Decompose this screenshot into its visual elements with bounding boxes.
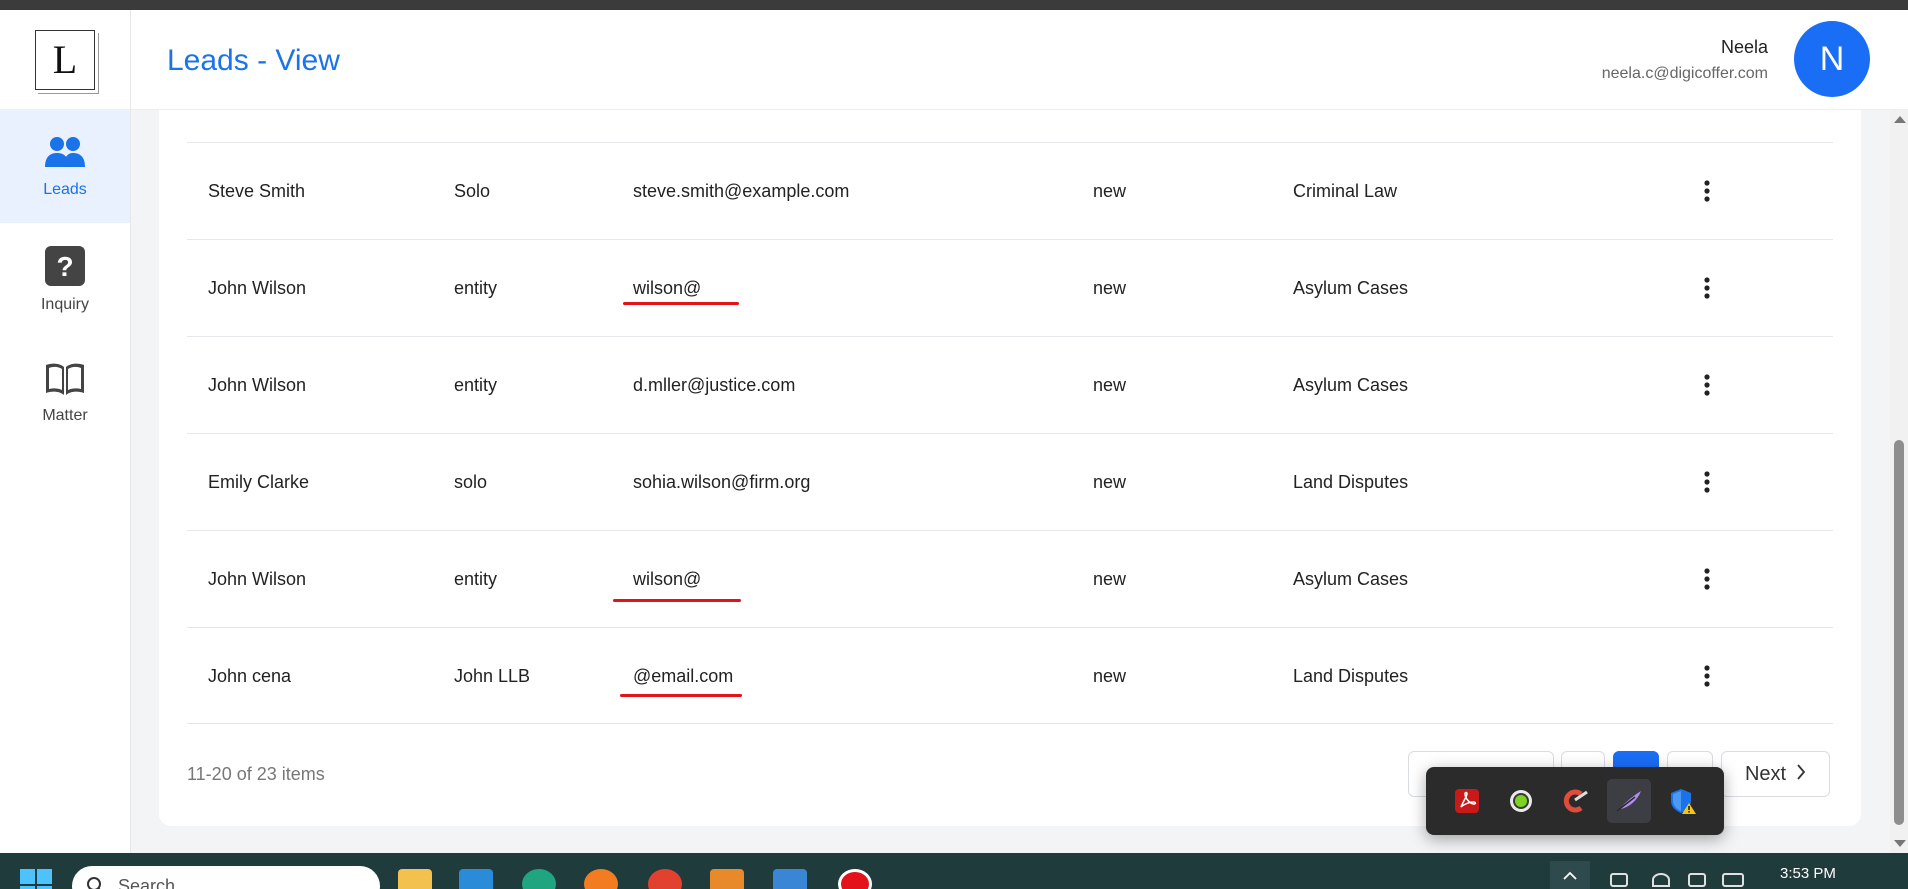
more-options-icon[interactable] [1697, 176, 1717, 206]
more-options-icon[interactable] [1697, 370, 1717, 400]
lead-name: John Wilson [208, 278, 307, 298]
lead-type: entity [454, 375, 498, 395]
leads-table-card: Steve Smith Solo steve.smith@example.com… [159, 110, 1861, 826]
tray-overflow-popup [1426, 767, 1724, 835]
book-icon [44, 361, 86, 397]
lead-category: Asylum Cases [1293, 278, 1409, 298]
scroll-up-icon[interactable] [1894, 116, 1906, 123]
windows-taskbar: Search 3:53 PM [0, 853, 1908, 889]
table-row[interactable]: Steve Smith Solo steve.smith@example.com… [187, 142, 1833, 239]
sidebar-item-label: Leads [43, 180, 87, 198]
window-top-strip [0, 0, 1908, 10]
wifi-icon[interactable] [1652, 873, 1670, 887]
lead-category: Asylum Cases [1293, 375, 1409, 395]
feather-icon[interactable] [1607, 779, 1651, 823]
taskbar-search[interactable]: Search [72, 866, 380, 889]
lead-category: Land Disputes [1293, 472, 1409, 492]
table-row[interactable]: John cena John LLB @email.com new Land D… [187, 627, 1833, 724]
lead-status: new [1093, 569, 1127, 589]
search-icon [86, 876, 106, 889]
lead-type: entity [454, 278, 498, 298]
next-label: Next [1744, 762, 1787, 785]
ccleaner-icon[interactable] [1553, 779, 1597, 823]
acrobat-icon[interactable] [1445, 779, 1489, 823]
lead-email: sohia.wilson@firm.org [633, 472, 811, 492]
table-row[interactable]: John Wilson entity wilson@ new Asylum Ca… [187, 239, 1833, 336]
file-explorer-icon[interactable] [398, 869, 432, 889]
chrome-icon[interactable] [648, 869, 682, 889]
users-icon [44, 135, 86, 171]
more-options-icon[interactable] [1697, 467, 1717, 497]
lead-email: @email.com [633, 666, 734, 686]
lead-type: solo [454, 472, 488, 492]
taskbar-clock[interactable]: 3:53 PM [1780, 865, 1836, 882]
sidebar: L Leads ? Inquiry Matter [0, 10, 131, 853]
table-row[interactable]: Emily Clarke solo sohia.wilson@firm.org … [187, 433, 1833, 530]
volume-icon[interactable] [1688, 873, 1706, 887]
lead-status: new [1093, 375, 1127, 395]
lead-name: John Wilson [208, 569, 307, 589]
page-scrollbar[interactable] [1890, 110, 1908, 853]
invalid-email-underline [623, 302, 739, 305]
scrollbar-thumb[interactable] [1894, 440, 1904, 825]
pagination-summary: 11-20 of 23 items [187, 764, 325, 784]
question-icon: ? [45, 245, 85, 286]
lead-name: John cena [208, 666, 292, 686]
table-row[interactable]: John Wilson entity wilson@ new Asylum Ca… [187, 530, 1833, 627]
search-placeholder: Search [118, 876, 176, 889]
leads-table-body: Steve Smith Solo steve.smith@example.com… [187, 142, 1833, 724]
lead-email: wilson@ [633, 278, 702, 298]
next-button[interactable]: Next [1721, 751, 1830, 797]
cloud-icon[interactable] [1610, 873, 1628, 887]
lead-category: Asylum Cases [1293, 569, 1409, 589]
user-email: neela.c@digicoffer.com [1601, 65, 1768, 82]
edge-icon[interactable] [522, 869, 556, 889]
battery-icon[interactable] [1722, 873, 1744, 887]
lead-email: wilson@ [633, 569, 702, 589]
sidebar-item-label: Inquiry [40, 295, 90, 313]
sidebar-item-matter[interactable]: Matter [0, 336, 130, 449]
lead-category: Land Disputes [1293, 666, 1409, 686]
lead-status: new [1093, 666, 1127, 686]
sidebar-item-label: Matter [42, 406, 88, 424]
more-options-icon[interactable] [1697, 273, 1717, 303]
sidebar-item-inquiry[interactable]: ? Inquiry [0, 223, 130, 336]
logo-container: L [0, 10, 130, 110]
lead-name: Steve Smith [208, 181, 306, 201]
lead-status: new [1093, 181, 1127, 201]
page-title: Leads - View [167, 44, 340, 77]
page-header: Leads - View Neela neela.c@digicoffer.co… [131, 10, 1908, 110]
lead-type: Solo [454, 181, 491, 201]
vscode-icon[interactable] [459, 869, 493, 889]
invalid-email-underline [613, 599, 741, 602]
scroll-down-icon[interactable] [1894, 840, 1906, 847]
photos-icon[interactable] [773, 869, 807, 889]
user-name: Neela [1720, 37, 1768, 57]
lead-name: John Wilson [208, 375, 307, 395]
lead-category: Criminal Law [1293, 181, 1398, 201]
lead-status: new [1093, 278, 1127, 298]
avatar[interactable]: N [1794, 21, 1870, 97]
more-options-icon[interactable] [1697, 564, 1717, 594]
sidebar-item-leads[interactable]: Leads [0, 110, 130, 223]
lead-type: entity [454, 569, 498, 589]
svg-text:?: ? [56, 251, 73, 282]
app-logo[interactable]: L [35, 29, 99, 94]
lead-type: John LLB [454, 666, 531, 686]
table-row[interactable]: John Wilson entity d.mller@justice.com n… [187, 336, 1833, 433]
green-circle-icon[interactable] [1499, 779, 1543, 823]
firefox-icon[interactable] [584, 869, 618, 889]
invalid-email-underline [620, 694, 742, 697]
more-options-icon[interactable] [1697, 661, 1717, 691]
security-shield-icon[interactable] [1661, 779, 1705, 823]
lead-email: steve.smith@example.com [633, 181, 850, 201]
lead-name: Emily Clarke [208, 472, 310, 492]
chevron-up-icon[interactable] [1550, 861, 1590, 889]
sublime-icon[interactable] [710, 869, 744, 889]
windows-start-icon[interactable] [20, 869, 52, 889]
lead-email: d.mller@justice.com [633, 375, 796, 395]
lead-status: new [1093, 472, 1127, 492]
record-icon[interactable] [838, 869, 872, 889]
chevron-right-icon [1796, 763, 1806, 786]
